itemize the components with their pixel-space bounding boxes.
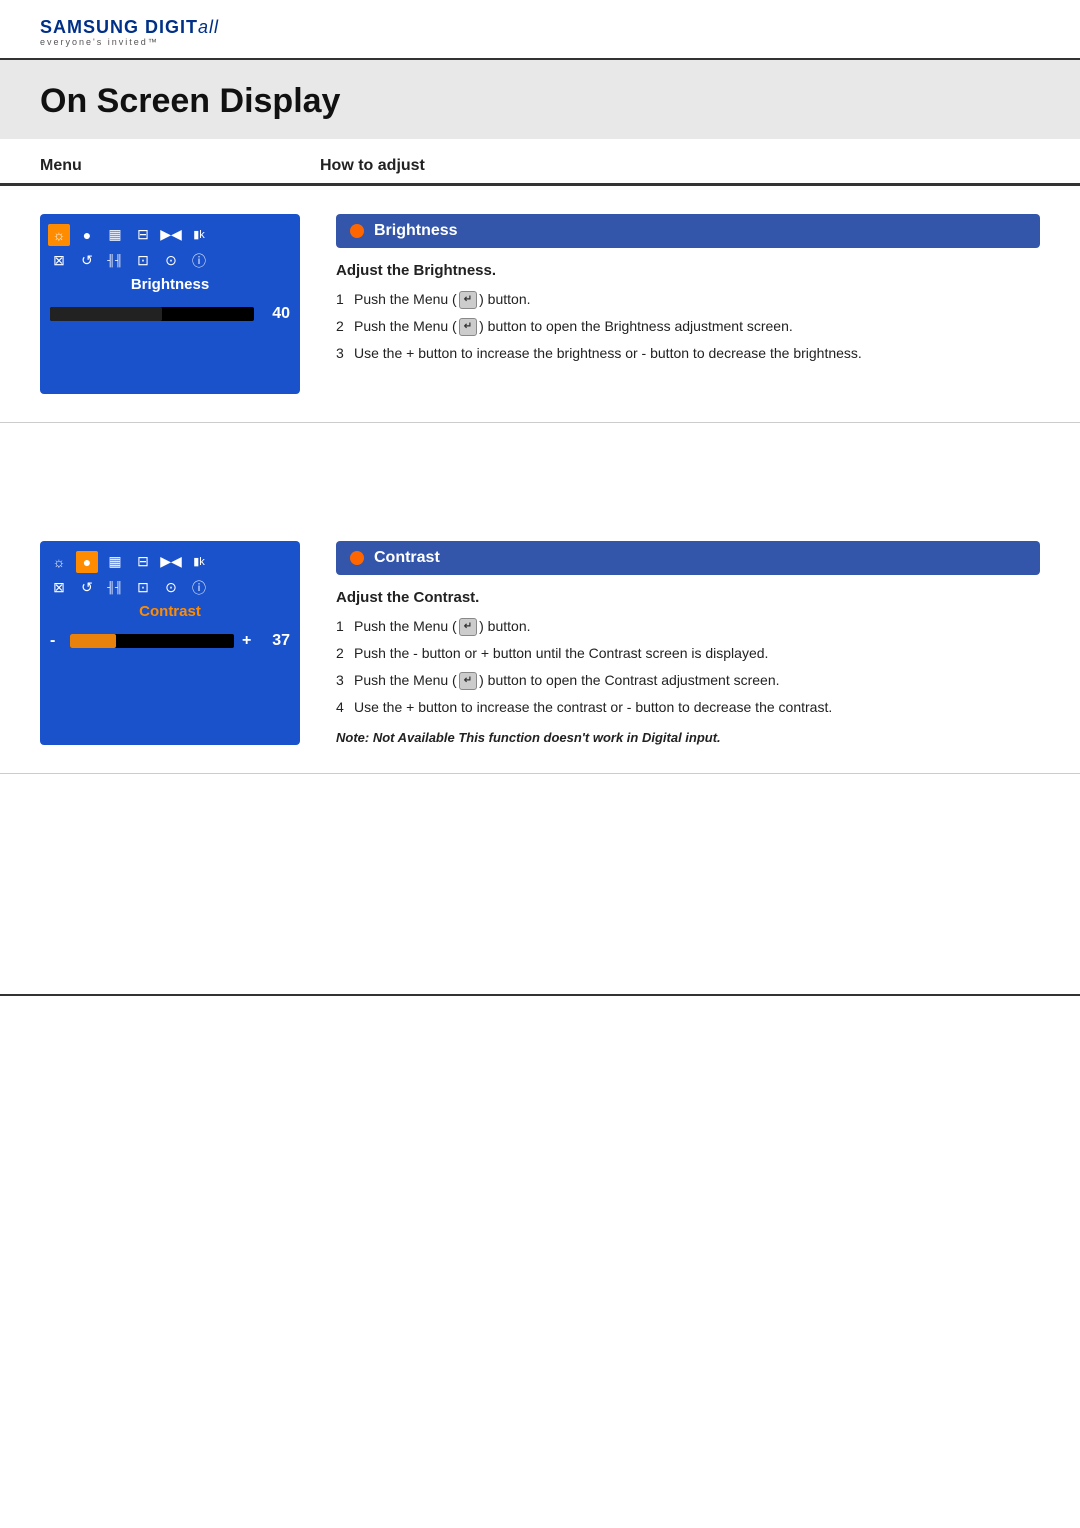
brightness-title-dot [350,224,364,238]
c-icon5: ▶◀ [160,551,182,573]
contrast-title: Contrast [374,549,440,567]
c-icon10: ⊡ [132,577,154,599]
brightness-icon: ☼ [48,224,70,246]
icon6: ▮k [188,224,210,246]
c-icon4: ⊟ [132,551,154,573]
c-menu-btn-3: ↵ [459,672,477,690]
icon10: ⊡ [132,250,154,272]
brightness-step-2: 2 Push the Menu (↵) button to open the B… [336,316,1040,337]
contrast-icon: ● [76,224,98,246]
brightness-step-1: 1 Push the Menu (↵) button. [336,289,1040,310]
contrast-note: Note: Not Available This function doesn'… [336,730,1040,745]
icon3: ▦ [104,224,126,246]
c-icon3: ▦ [104,551,126,573]
contrast-step-4: 4 Use the + button to increase the contr… [336,697,1040,718]
c-icon6: ▮k [188,551,210,573]
brightness-osd-panel: ☼ ● ▦ ⊟ ▶◀ ▮k ⊠ ↺ ╢╢ ⊡ ⊙ ⓘ Brightness 40 [40,214,300,394]
contrast-slider-row: - + 37 [48,628,292,654]
menu-btn-icon-2: ↵ [459,318,477,336]
brightness-slider-fill [50,307,162,321]
icon4: ⊟ [132,224,154,246]
contrast-slider-fill [70,634,116,648]
brand-italic: all [198,17,219,37]
footer-line [0,994,1080,996]
brightness-osd-label: Brightness [48,276,292,293]
brightness-step-3: 3 Use the + button to increase the brigh… [336,343,1040,364]
brand-tagline: everyone's invited™ [40,38,1040,48]
brightness-title: Brightness [374,222,458,240]
icon7: ⊠ [48,250,70,272]
contrast-minus: - [50,632,62,650]
c-icon8: ↺ [76,577,98,599]
osd-icons-row2: ⊠ ↺ ╢╢ ⊡ ⊙ ⓘ [48,250,292,272]
col-how-header: How to adjust [320,157,1040,175]
icon5: ▶◀ [160,224,182,246]
icon9: ╢╢ [104,250,126,272]
contrast-step-2: 2 Push the - button or + button until th… [336,643,1040,664]
contrast-title-bar: Contrast [336,541,1040,575]
column-headers: Menu How to adjust [0,139,1080,186]
menu-btn-icon: ↵ [459,291,477,309]
brightness-right-content: Brightness Adjust the Brightness. 1 Push… [336,214,1040,394]
c-icon11: ⊙ [160,577,182,599]
contrast-right-content: Contrast Adjust the Contrast. 1 Push the… [336,541,1040,745]
icon12: ⓘ [188,250,210,272]
brightness-value: 40 [262,305,290,323]
icon8: ↺ [76,250,98,272]
contrast-value: 37 [262,632,290,650]
osd-icons-row1: ☼ ● ▦ ⊟ ▶◀ ▮k [48,224,292,246]
brightness-section: ☼ ● ▦ ⊟ ▶◀ ▮k ⊠ ↺ ╢╢ ⊡ ⊙ ⓘ Brightness 40 [0,186,1080,423]
c-contrast-icon: ● [76,551,98,573]
contrast-section: ☼ ● ▦ ⊟ ▶◀ ▮k ⊠ ↺ ╢╢ ⊡ ⊙ ⓘ Contrast - + … [0,513,1080,774]
contrast-osd-icons-row1: ☼ ● ▦ ⊟ ▶◀ ▮k [48,551,292,573]
c-icon12: ⓘ [188,577,210,599]
contrast-adjust-heading: Adjust the Contrast. [336,589,1040,606]
c-icon9: ╢╢ [104,577,126,599]
contrast-osd-label: Contrast [48,603,292,620]
brightness-slider-track [50,307,254,321]
contrast-title-dot [350,551,364,565]
contrast-plus: + [242,632,254,650]
contrast-slider-track [70,634,234,648]
brand-name: SAMSUNG DIGITall [40,18,1040,38]
c-brightness-icon: ☼ [48,551,70,573]
brightness-adjust-heading: Adjust the Brightness. [336,262,1040,279]
contrast-step-3: 3 Push the Menu (↵) button to open the C… [336,670,1040,691]
c-menu-btn-1: ↵ [459,618,477,636]
brightness-title-bar: Brightness [336,214,1040,248]
c-icon7: ⊠ [48,577,70,599]
brightness-steps: 1 Push the Menu (↵) button. 2 Push the M… [336,289,1040,364]
col-menu-header: Menu [40,157,320,175]
page-header: SAMSUNG DIGITall everyone's invited™ [0,0,1080,60]
contrast-steps: 1 Push the Menu (↵) button. 2 Push the -… [336,616,1040,718]
samsung-logo: SAMSUNG DIGITall everyone's invited™ [40,18,1040,48]
contrast-osd-panel: ☼ ● ▦ ⊟ ▶◀ ▮k ⊠ ↺ ╢╢ ⊡ ⊙ ⓘ Contrast - + … [40,541,300,745]
brightness-slider-row: 40 [48,301,292,327]
icon11: ⊙ [160,250,182,272]
contrast-osd-icons-row2: ⊠ ↺ ╢╢ ⊡ ⊙ ⓘ [48,577,292,599]
page-title: On Screen Display [40,82,1040,121]
page-title-section: On Screen Display [0,60,1080,139]
contrast-step-1: 1 Push the Menu (↵) button. [336,616,1040,637]
